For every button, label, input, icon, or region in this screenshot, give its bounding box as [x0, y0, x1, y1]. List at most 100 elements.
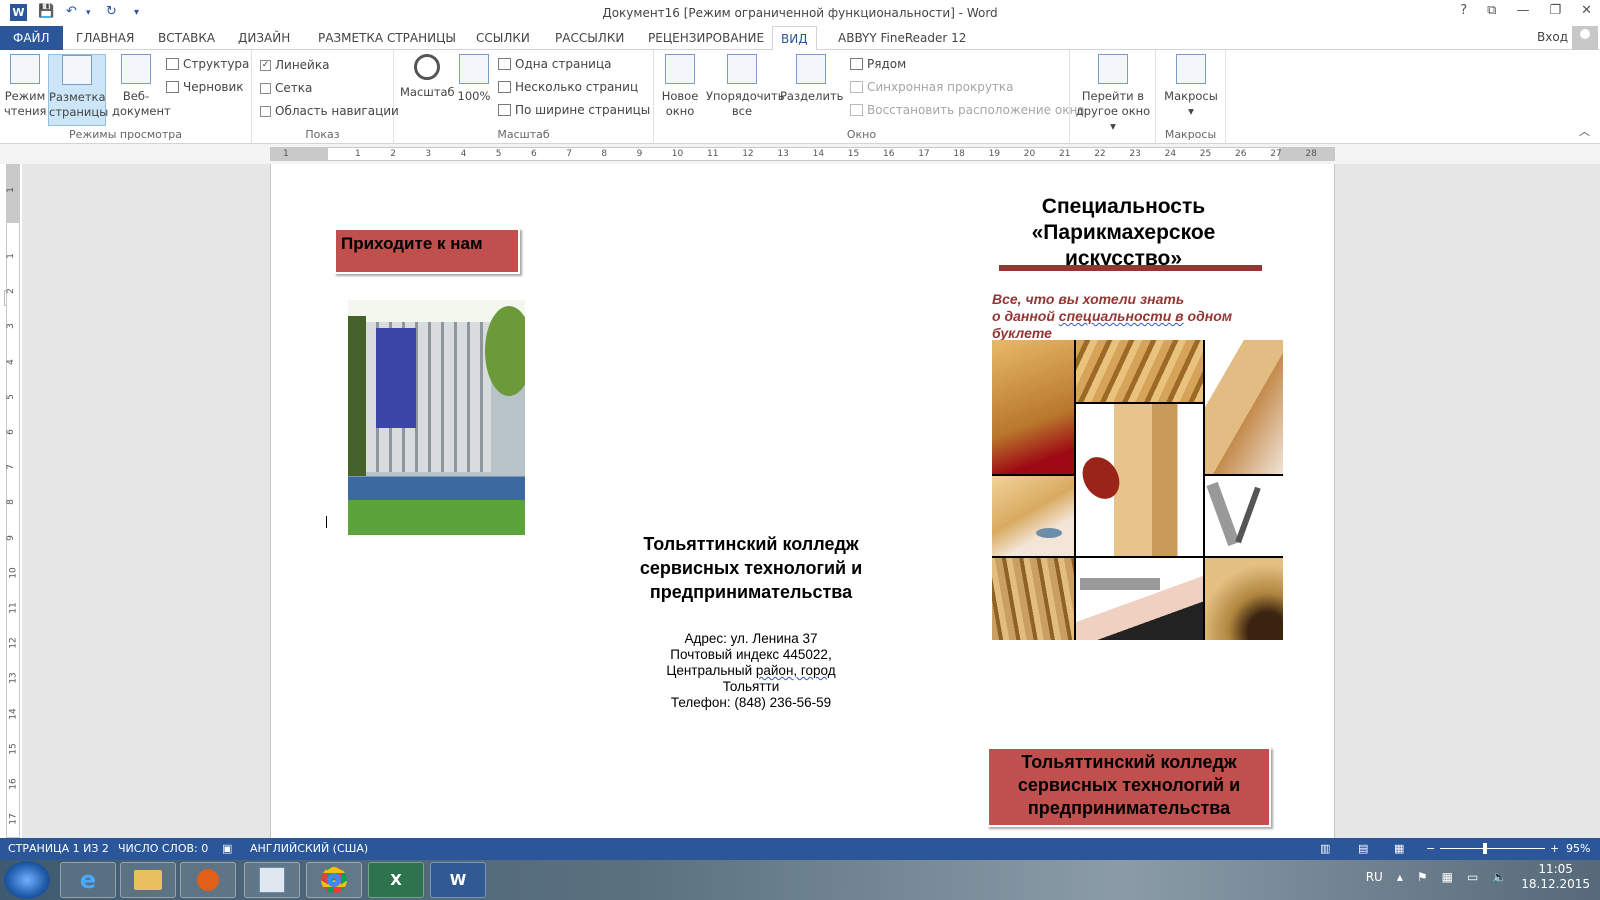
- read-mode-button[interactable]: Режим чтения: [4, 54, 46, 119]
- web-layout-view-icon[interactable]: ▦: [1394, 842, 1404, 855]
- ruler-tick-label: 1: [283, 149, 289, 159]
- reset-position-icon: [850, 104, 863, 116]
- side-by-side-button[interactable]: Рядом: [850, 57, 906, 71]
- nav-pane-checkbox[interactable]: Область навигации: [260, 104, 399, 118]
- volume-icon[interactable]: 🔈: [1492, 870, 1507, 884]
- sign-in-link[interactable]: Вход: [1537, 30, 1568, 44]
- restore-button[interactable]: ❐: [1549, 3, 1561, 18]
- ie-icon[interactable]: e: [60, 862, 116, 898]
- zoom-level[interactable]: 95%: [1566, 842, 1590, 855]
- tab-page-layout[interactable]: РАЗМЕТКА СТРАНИЦЫ: [310, 26, 464, 50]
- arrange-all-button[interactable]: Упорядочить все: [706, 54, 785, 119]
- ruler-tick-label: 1: [5, 187, 16, 193]
- tab-review[interactable]: РЕЦЕНЗИРОВАНИЕ: [640, 26, 772, 50]
- arrange-all-icon: [727, 54, 757, 84]
- one-page-button[interactable]: Одна страница: [498, 57, 611, 71]
- check-icon: ✓: [260, 59, 271, 71]
- gridlines-checkbox[interactable]: Сетка: [260, 81, 312, 95]
- tray-app-icon[interactable]: [244, 862, 300, 898]
- tab-home[interactable]: ГЛАВНАЯ: [68, 26, 142, 50]
- address-line: Адрес: ул. Ленина 37: [684, 631, 818, 646]
- ruler-tick-label: 7: [5, 464, 16, 471]
- taskbar: e X W RU ▴ ⚑ ▦ ▭ 🔈 11:05 18.12.2015: [0, 860, 1600, 900]
- group-macros: Макросы ▾ Макросы: [1156, 50, 1226, 144]
- word-icon[interactable]: W: [430, 862, 486, 898]
- minimize-button[interactable]: —: [1516, 3, 1529, 18]
- read-mode-icon: [10, 54, 40, 84]
- proofing-icon[interactable]: ▣: [222, 842, 232, 855]
- action-center-icon[interactable]: ⚑: [1417, 870, 1428, 884]
- zoom-slider[interactable]: [1440, 848, 1545, 849]
- group-zoom: Масштаб 100% Одна страница Несколько стр…: [394, 50, 654, 144]
- read-mode-view-icon[interactable]: ▥: [1320, 842, 1330, 855]
- ruler-tick-label: 6: [5, 429, 16, 435]
- start-button[interactable]: [4, 861, 50, 899]
- print-layout-icon: [62, 55, 92, 85]
- print-layout-button[interactable]: Разметка страницы: [48, 54, 108, 126]
- web-layout-button[interactable]: Веб-документ: [112, 54, 171, 119]
- excel-icon[interactable]: X: [368, 862, 424, 898]
- come-to-us-box: Приходите к нам: [334, 228, 520, 274]
- word-count[interactable]: ЧИСЛО СЛОВ: 0: [118, 842, 208, 855]
- group-switch: Перейти в другое окно ▾: [1070, 50, 1156, 144]
- horizontal-ruler[interactable]: 1 1 2 3 4 5 6 7 8 9 10 11 12 13 14 15 16 17 18 19 20 21 22 23 24…: [270, 147, 1335, 161]
- tab-design[interactable]: ДИЗАЙН: [230, 26, 298, 50]
- ruler-checkbox[interactable]: ✓ Линейка: [260, 58, 329, 72]
- network-icon[interactable]: ▭: [1467, 870, 1478, 884]
- ruler-tick-label: 3: [425, 149, 432, 159]
- tab-abbyy[interactable]: ABBYY FineReader 12: [830, 26, 974, 50]
- page-width-button[interactable]: По ширине страницы: [498, 103, 650, 117]
- clock[interactable]: 11:05 18.12.2015: [1521, 862, 1590, 892]
- collapse-ribbon-icon[interactable]: ︿: [1579, 123, 1590, 139]
- one-page-icon: [498, 58, 511, 70]
- tab-insert[interactable]: ВСТАВКА: [150, 26, 223, 50]
- language-indicator[interactable]: RU: [1366, 870, 1383, 884]
- ruler-tick-label: 17: [8, 813, 19, 825]
- vertical-ruler[interactable]: 1 1 2 3 4 5 6 7 8 9 10 11 12 13 14 15 16 17: [6, 164, 20, 838]
- tab-mailings[interactable]: РАССЫЛКИ: [547, 26, 632, 50]
- ruler-tick-label: 13: [8, 672, 19, 685]
- close-button[interactable]: ✕: [1581, 3, 1592, 18]
- tab-references[interactable]: ССЫЛКИ: [468, 26, 538, 50]
- ruler-tick-label: 10: [671, 149, 684, 159]
- language-status[interactable]: АНГЛИЙСКИЙ (США): [250, 842, 368, 855]
- hair-brush-icon: [1076, 450, 1127, 506]
- zoom-in-icon[interactable]: +: [1550, 842, 1559, 855]
- tab-view[interactable]: ВИД: [772, 26, 817, 51]
- new-window-button[interactable]: Новое окно: [660, 54, 700, 119]
- ruler-tick-label: 2: [390, 149, 396, 159]
- web-layout-icon: [121, 54, 151, 84]
- document-canvas: Приходите к нам Тольяттинский колледж се…: [22, 164, 1600, 838]
- zoom-slider-thumb[interactable]: [1483, 843, 1487, 854]
- print-layout-view-icon[interactable]: ▤: [1358, 842, 1368, 855]
- chrome-icon[interactable]: [306, 862, 362, 898]
- document-page[interactable]: Приходите к нам Тольяттинский колледж се…: [270, 164, 1335, 838]
- ribbon-display-button[interactable]: ⧉: [1487, 3, 1496, 18]
- zoom-100-button[interactable]: 100%: [456, 54, 492, 104]
- specialty-subtitle: Все, что вы хотели знать о данной специа…: [992, 291, 1233, 341]
- ruler-tick-label: 12: [8, 637, 19, 649]
- outline-button[interactable]: Структура: [166, 57, 249, 71]
- ruler-tick-label: 27: [1270, 149, 1282, 159]
- macros-button[interactable]: Макросы ▾: [1162, 54, 1220, 119]
- college-title: Тольяттинский колледж сервисных технолог…: [639, 534, 863, 602]
- zoom-button[interactable]: Масштаб: [400, 54, 455, 100]
- postcode-line: Почтовый индекс 445022,: [670, 647, 832, 662]
- page-count[interactable]: СТРАНИЦА 1 ИЗ 2: [8, 842, 109, 855]
- avatar[interactable]: [1572, 26, 1598, 50]
- split-button[interactable]: Разделить: [780, 54, 843, 104]
- media-player-icon[interactable]: [180, 862, 236, 898]
- sync-scroll-button: Синхронная прокрутка: [850, 80, 1014, 94]
- ruler-tick-label: 9: [5, 534, 16, 541]
- ruler-tick-label: 1: [355, 149, 361, 159]
- help-button[interactable]: ?: [1460, 3, 1467, 18]
- ruler-tick-label: 14: [812, 149, 825, 159]
- zoom-out-icon[interactable]: −: [1426, 842, 1435, 855]
- explorer-icon[interactable]: [120, 862, 176, 898]
- show-hidden-icons-icon[interactable]: ▴: [1397, 870, 1403, 884]
- draft-button[interactable]: Черновик: [166, 80, 244, 94]
- switch-windows-button[interactable]: Перейти в другое окно ▾: [1074, 54, 1152, 134]
- multi-page-button[interactable]: Несколько страниц: [498, 80, 638, 94]
- windows-flag-icon[interactable]: ▦: [1442, 870, 1453, 884]
- tab-file[interactable]: ФАЙЛ: [0, 26, 63, 50]
